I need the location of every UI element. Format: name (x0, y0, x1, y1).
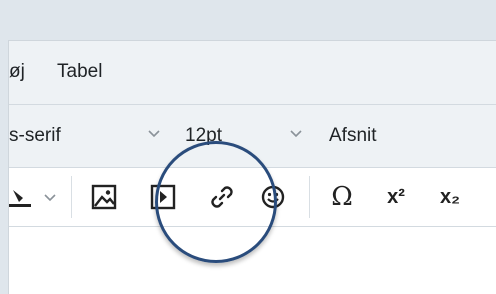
menu-item-insert[interactable]: øj (9, 61, 25, 83)
omega-icon: Ω (331, 182, 353, 212)
superscript-button[interactable]: x² (379, 180, 413, 214)
subscript-icon: x₂ (439, 185, 460, 208)
chevron-down-icon[interactable] (147, 127, 161, 141)
window-top-strip (8, 0, 496, 40)
toolbar-separator (309, 176, 310, 218)
special-character-button[interactable]: Ω (325, 180, 359, 214)
block-format-select[interactable]: Afsnit (329, 125, 377, 147)
menu-item-table[interactable]: Tabel (57, 61, 102, 83)
toolbar-separator (71, 176, 72, 218)
marker-icon (9, 190, 31, 207)
image-icon (91, 184, 117, 210)
highlight-circle (155, 141, 277, 263)
subscript-button[interactable]: x₂ (433, 180, 467, 214)
font-family-select[interactable]: s-serif (9, 125, 61, 147)
menubar: øj Tabel (9, 41, 496, 105)
highlight-color-button[interactable] (3, 180, 37, 214)
chevron-down-icon[interactable] (43, 191, 57, 205)
insert-image-button[interactable] (87, 180, 121, 214)
superscript-icon: x² (387, 185, 405, 208)
chevron-down-icon[interactable] (289, 127, 303, 141)
